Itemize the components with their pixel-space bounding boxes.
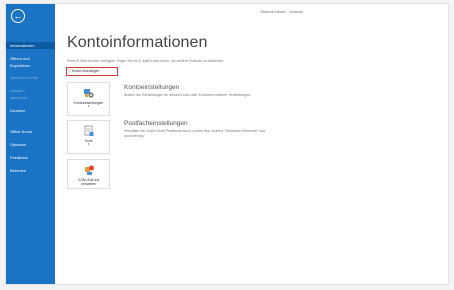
chevron-down-icon: ▾ xyxy=(87,104,90,108)
nav-item-drucken[interactable]: Drucken xyxy=(6,107,55,114)
outlook-backstage-window: ← Informationen Öffnen und Exportieren S… xyxy=(5,3,449,285)
nav-item-exportieren[interactable]: Exportieren xyxy=(6,62,55,69)
backstage-nav: Informationen Öffnen und Exportieren Spe… xyxy=(6,42,55,174)
tools-icon xyxy=(84,125,93,136)
plus-icon: + xyxy=(69,69,72,73)
account-settings-icon xyxy=(83,89,94,98)
nav-item-speichern-unter[interactable]: Speichern unter xyxy=(6,74,55,81)
nav-item-beenden[interactable]: Beenden xyxy=(6,167,55,174)
nav-item-office-konto[interactable]: Office-Konto xyxy=(6,128,55,135)
add-account-button[interactable]: +Konto hinzufügen xyxy=(66,67,118,76)
mailbox-settings-title: Postfacheinstellungen xyxy=(124,120,188,127)
tools-button[interactable]: Tools ▾ xyxy=(67,120,110,154)
manage-com-addins-button[interactable]: COM-Add-Ins verwalten xyxy=(67,159,110,189)
back-arrow-icon[interactable]: ← xyxy=(11,9,25,23)
com-addins-icon xyxy=(84,165,94,175)
nav-item-anlagen[interactable]: Anlagen xyxy=(6,87,55,94)
nav-item-optionen[interactable]: Optionen xyxy=(6,141,55,148)
nav-item-oeffnen[interactable]: Öffnen und xyxy=(6,55,55,62)
backstage-content: Outlook Heute - Outlook Kontoinformation… xyxy=(55,4,448,284)
account-settings-description: Ändern der Einstellungen für dieses Kont… xyxy=(124,93,252,97)
account-settings-button[interactable]: Kontoeinstellungen ▾ xyxy=(67,82,110,116)
window-title: Outlook Heute - Outlook xyxy=(260,9,303,14)
account-settings-title: Kontoeinstellungen xyxy=(124,84,180,91)
page-subtitle: Keine E-Mail-Konten verfügbar. Fügen Sie… xyxy=(67,59,225,63)
add-account-label: Konto hinzufügen xyxy=(72,69,100,73)
nav-item-feedback[interactable]: Feedback xyxy=(6,154,55,161)
page-title: Kontoinformationen xyxy=(67,34,208,51)
chevron-down-icon: ▾ xyxy=(87,142,90,146)
nav-item-anlagen-speichern[interactable]: speichern xyxy=(6,94,55,101)
mailbox-settings-description: Verwalten der Größe Ihres Postfachs durc… xyxy=(124,129,266,138)
backstage-sidebar: ← Informationen Öffnen und Exportieren S… xyxy=(6,4,55,284)
nav-item-informationen[interactable]: Informationen xyxy=(6,42,55,49)
com-addins-tile-label: COM-Add-Ins verwalten xyxy=(77,178,100,186)
